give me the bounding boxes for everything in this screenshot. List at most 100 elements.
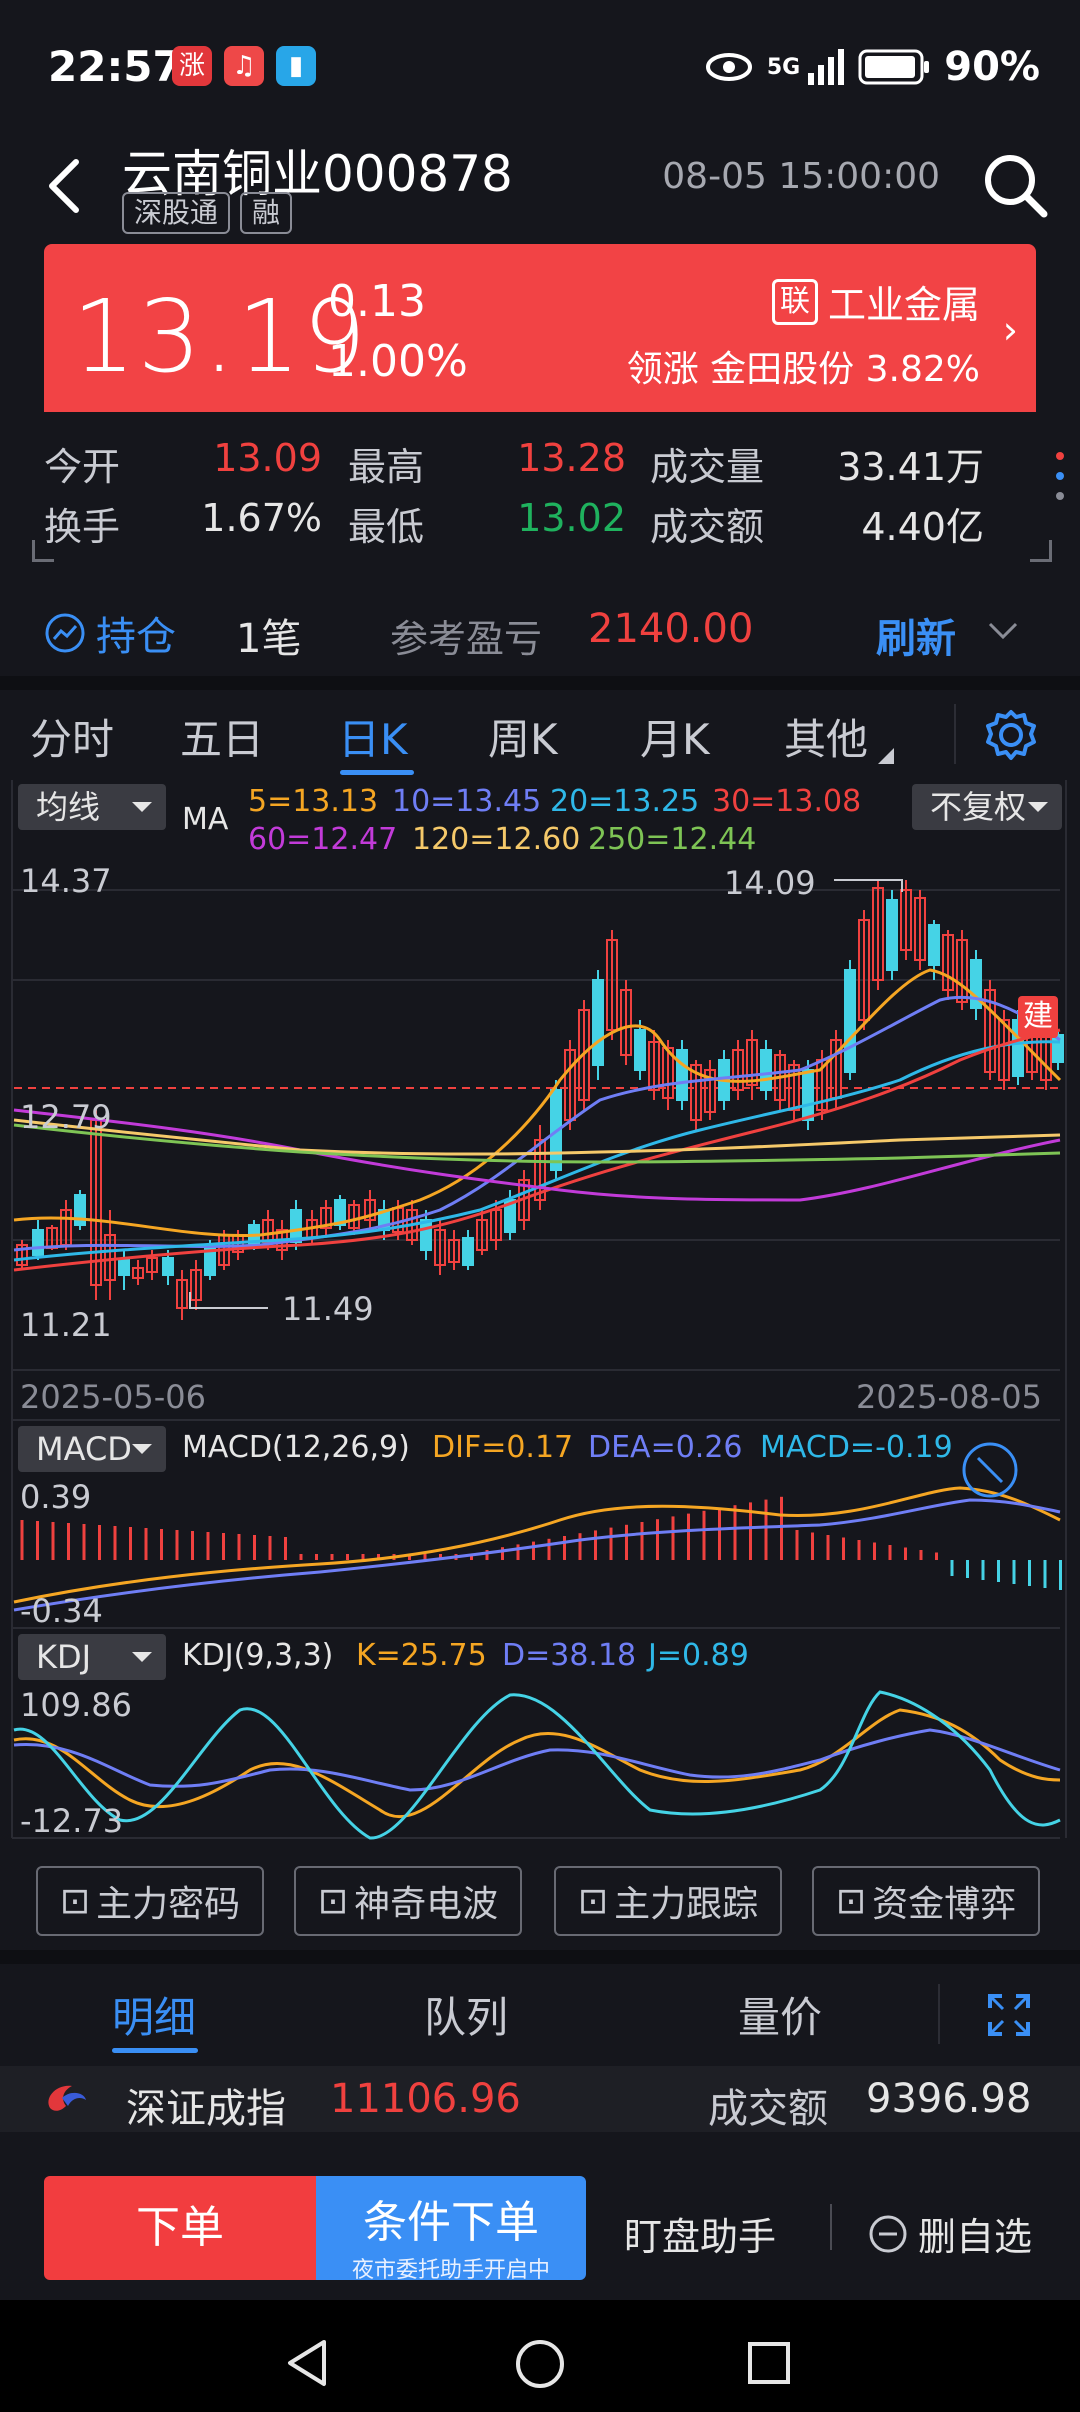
candle-body	[420, 1219, 432, 1251]
nav-recents-icon[interactable]	[746, 2340, 792, 2386]
stat-high-value: 13.28	[517, 436, 626, 480]
lock-icon: ⊡	[317, 1880, 349, 1922]
tab-underline	[340, 770, 414, 775]
lead-stock: 金田股份	[710, 349, 855, 390]
index-name: 深证成指	[126, 2086, 286, 2132]
tool-main-tracking[interactable]: ⊡ 主力跟踪	[554, 1866, 782, 1936]
book-icon: ▮	[276, 46, 316, 86]
tool-fund-game[interactable]: ⊡ 资金博弈	[812, 1866, 1040, 1936]
macd-params: MACD(12,26,9)	[182, 1430, 410, 1465]
chevron-down-icon[interactable]	[986, 620, 1020, 642]
conditional-order-button[interactable]: 条件下单 夜市委托助手开启中	[316, 2176, 586, 2283]
candle-body	[676, 1049, 688, 1101]
quote-time: 08-05 15:00:00	[662, 156, 940, 197]
build-position-badge[interactable]: 建	[1018, 996, 1058, 1038]
lock-icon: ⊡	[577, 1880, 609, 1922]
indicator-tools: ⊡ 主力密码 ⊡ 神奇电波 ⊡ 主力跟踪 ⊡ 资金博弈	[0, 1850, 1080, 1950]
tab-other[interactable]: 其他	[784, 706, 868, 767]
index-value: 11106.96	[330, 2076, 521, 2122]
tab-volume-price[interactable]: 量价	[738, 1984, 822, 2045]
refresh-button[interactable]: 刷新	[876, 606, 956, 664]
remove-watchlist-button[interactable]: 删自选	[868, 2206, 1032, 2261]
tool-main-password[interactable]: ⊡ 主力密码	[36, 1866, 264, 1936]
candle-body	[844, 969, 856, 1073]
sector-name: 工业金属	[827, 283, 980, 327]
price-card: 13.19 0.13 1.00% 联 工业金属 领涨 金田股份 3.82% ›	[44, 244, 1036, 412]
macd-axis-bottom: -0.34	[20, 1592, 103, 1630]
quote-stats: 今开 13.09 最高 13.28 成交量 33.41万 换手 1.67% 最低…	[0, 424, 1080, 574]
kdj-k: K=25.75	[356, 1638, 487, 1673]
ma120-line	[13, 1118, 1061, 1156]
kdj-k-line	[13, 1708, 1061, 1819]
music-icon: ♫	[224, 46, 264, 86]
stat-low-value: 13.02	[517, 496, 626, 540]
minus-circle-icon	[869, 2215, 907, 2252]
chart-area: 均线 MA 5=13.13 10=13.45 20=13.25 30=13.08…	[0, 780, 1080, 1840]
status-time: 22:57	[48, 42, 182, 91]
pnl-value: 2140.00	[588, 606, 754, 652]
chevron-right-icon[interactable]: ›	[1003, 308, 1018, 352]
tab-weekly-k[interactable]: 周K	[488, 706, 558, 767]
candle-body	[118, 1259, 130, 1276]
sub-tab-underline	[112, 2048, 198, 2053]
lead-label: 领涨	[626, 349, 699, 390]
macd-axis-top: 0.39	[20, 1478, 92, 1516]
macd-dropdown[interactable]: MACD	[18, 1426, 166, 1472]
signal-icon	[808, 49, 845, 85]
kdj-d-line	[13, 1728, 1061, 1792]
back-icon[interactable]	[36, 146, 96, 226]
monitor-assistant-button[interactable]: 盯盘助手	[624, 2206, 776, 2261]
tab-detail[interactable]: 明细	[112, 1984, 196, 2045]
order-button[interactable]: 下单	[44, 2176, 316, 2280]
ma60-line	[13, 1108, 1061, 1202]
tab-monthly-k[interactable]: 月K	[640, 706, 710, 767]
stat-low-label: 最低	[348, 505, 425, 549]
stock-code: 000878	[322, 145, 513, 203]
nav-home-icon[interactable]	[514, 2338, 566, 2390]
search-icon[interactable]	[976, 146, 1052, 222]
more-dots-icon[interactable]	[1056, 452, 1064, 500]
corner-triangle-icon	[878, 748, 894, 764]
tab-queue[interactable]: 队列	[424, 1984, 508, 2045]
position-count: 1笔	[236, 616, 302, 662]
candle-body	[162, 1257, 174, 1276]
candle-body	[462, 1237, 474, 1266]
section-divider	[0, 676, 1080, 690]
sector-link[interactable]: 联 工业金属	[771, 274, 980, 329]
lead-pct: 3.82%	[865, 349, 980, 390]
bottom-action-bar: 下单 条件下单 夜市委托助手开启中 盯盘助手 删自选	[0, 2150, 1080, 2300]
kdj-d: D=38.18	[502, 1638, 637, 1673]
tool-magic-wave[interactable]: ⊡ 神奇电波	[294, 1866, 522, 1936]
pnl-label: 参考盈亏	[390, 617, 543, 661]
index-turnover-value: 9396.98	[866, 2076, 1032, 2122]
sector-leader[interactable]: 领涨 金田股份 3.82%	[627, 340, 980, 392]
section-divider	[0, 1950, 1080, 1964]
stock-app-icon: 涨	[172, 46, 212, 86]
kdj-axis-bottom: -12.73	[20, 1802, 124, 1840]
system-nav-bar	[0, 2300, 1080, 2412]
kdj-dropdown[interactable]: KDJ	[18, 1634, 166, 1680]
fullscreen-icon[interactable]	[986, 1992, 1032, 2038]
position-link[interactable]: 持仓	[44, 604, 176, 662]
expand-corner-right	[1030, 540, 1052, 562]
kdj-j: J=0.89	[648, 1638, 749, 1673]
kdj-axis-top: 109.86	[20, 1686, 132, 1724]
macd-value: MACD=-0.19	[760, 1430, 953, 1465]
tab-intraday[interactable]: 分时	[30, 706, 114, 767]
shenzhen-index-logo	[48, 2085, 86, 2111]
position-label: 持仓	[96, 614, 176, 660]
stat-turnover-value: 1.67%	[201, 496, 322, 540]
macd-dif: DIF=0.17	[432, 1430, 574, 1465]
gear-icon[interactable]	[984, 708, 1038, 762]
date-start: 2025-05-06	[20, 1378, 206, 1416]
position-bar: 持仓 1笔 参考盈亏 2140.00 刷新	[0, 586, 1080, 676]
kline-chart[interactable]	[0, 780, 1080, 1840]
index-turnover-label: 成交额	[708, 2086, 828, 2132]
candle-body	[928, 924, 940, 966]
tab-daily-k[interactable]: 日K	[338, 706, 408, 767]
nav-back-icon[interactable]	[284, 2338, 330, 2388]
tab-five-day[interactable]: 五日	[180, 706, 264, 767]
stat-high-label: 最高	[348, 445, 425, 489]
index-row[interactable]: 深证成指 11106.96 成交额 9396.98	[0, 2066, 1080, 2132]
battery-level: 90%	[944, 44, 1040, 90]
